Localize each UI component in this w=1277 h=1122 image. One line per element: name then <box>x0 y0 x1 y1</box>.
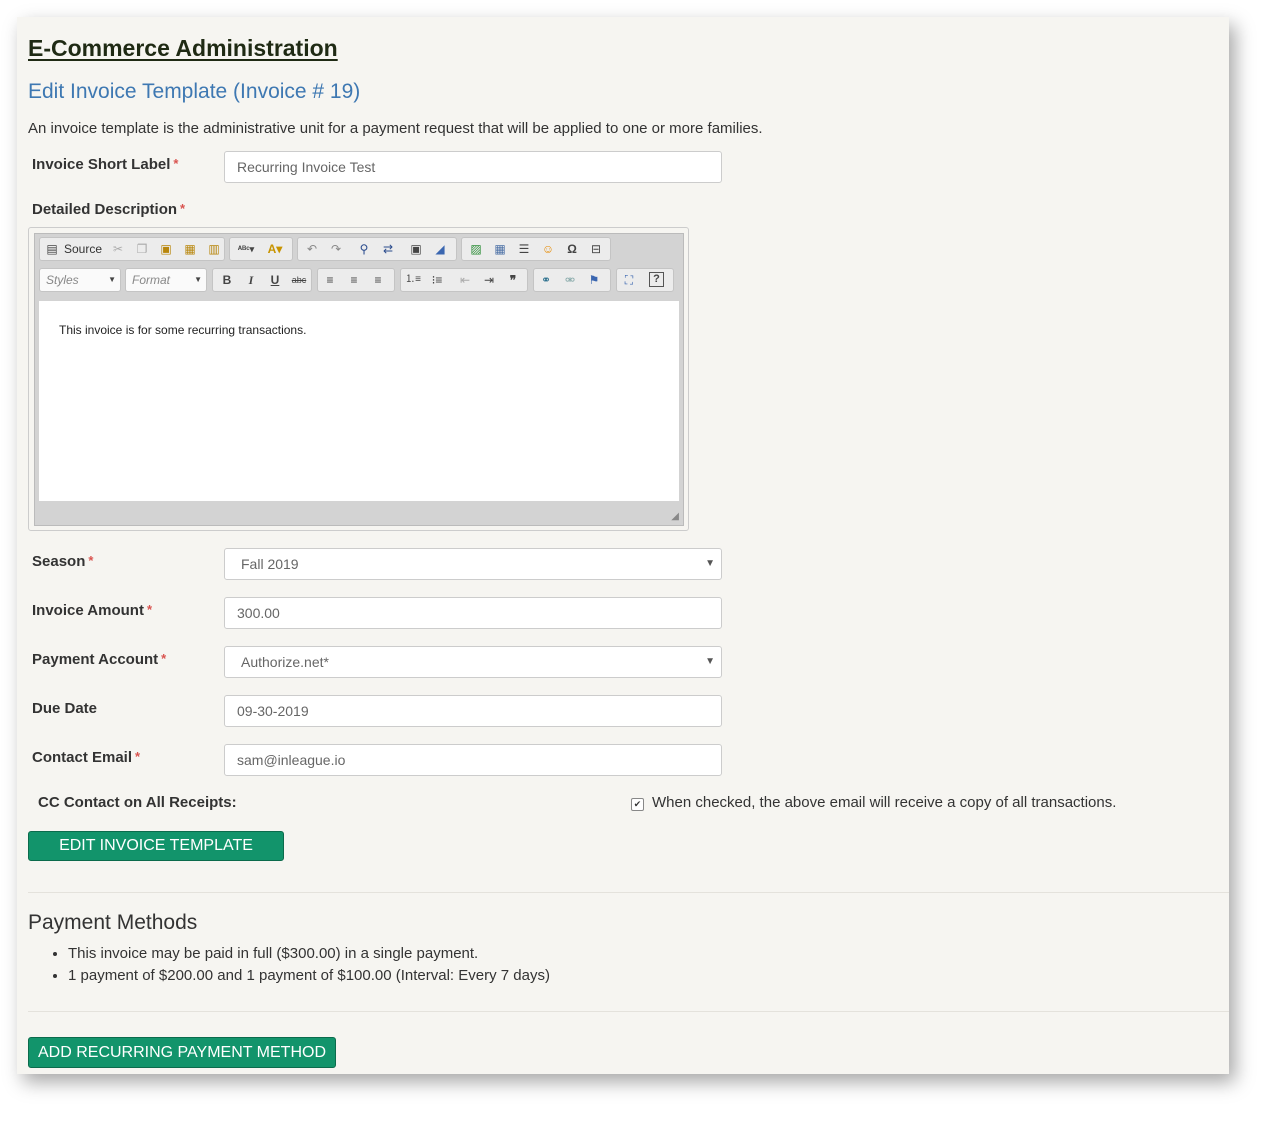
page-break-icon[interactable]: ⊟ <box>588 241 604 257</box>
anchor-flag-icon[interactable]: ⚑ <box>586 272 602 288</box>
source-button[interactable]: Source <box>64 242 102 256</box>
paste-word-icon[interactable]: ▥ <box>206 241 222 257</box>
payment-methods-list: This invoice may be paid in full ($300.0… <box>28 945 550 989</box>
copy-icon[interactable]: ❐ <box>134 241 150 257</box>
text-color-icon[interactable]: A▾ <box>262 241 288 257</box>
link-icon[interactable]: ⚭ <box>538 272 554 288</box>
due-date-label: Due Date <box>32 700 98 717</box>
table-icon[interactable]: ▦ <box>492 241 508 257</box>
cc-label: CC Contact on All Receipts: <box>38 794 237 811</box>
payment-account-label: Payment Account * <box>32 651 167 668</box>
amount-input[interactable] <box>224 597 722 629</box>
editor-content-text: This invoice is for some recurring trans… <box>59 323 307 337</box>
numbered-list-icon[interactable]: ⒈≡ <box>405 272 421 288</box>
source-icon[interactable]: ▤ <box>44 241 60 257</box>
editor-toolbar-row-1: ▤ Source ✂ ❐ ▣ ▦ ▥ ᴬᴮᶜ▾ A▾ ↶ ↷ ⚲ ⇄ ▣ ◢ ▨… <box>39 237 679 261</box>
divider <box>28 892 1229 893</box>
main-panel: E-Commerce Administration Edit Invoice T… <box>17 17 1229 1074</box>
cut-icon[interactable]: ✂ <box>110 241 126 257</box>
redo-icon[interactable]: ↷ <box>328 241 344 257</box>
contact-email-input[interactable] <box>224 744 722 776</box>
find-icon[interactable]: ⚲ <box>356 241 372 257</box>
bullet-list-icon[interactable]: ⁝≡ <box>429 272 445 288</box>
season-select[interactable]: Fall 2019 ▼ <box>224 548 722 580</box>
maximize-icon[interactable]: ⛶ <box>621 272 637 288</box>
indent-icon[interactable]: ⇥ <box>481 272 497 288</box>
contact-email-label: Contact Email * <box>32 749 141 766</box>
toolbar-group-links: ⚭ ⚮ ⚑ <box>533 268 611 292</box>
intro-text: An invoice template is the administrativ… <box>28 120 763 137</box>
payment-account-select[interactable]: Authorize.net* ▼ <box>224 646 722 678</box>
resize-handle-icon[interactable]: ◢ <box>671 511 679 522</box>
strikethrough-icon[interactable]: abc <box>289 272 309 288</box>
format-dropdown[interactable]: Format ▼ <box>125 268 207 292</box>
chevron-down-icon: ▼ <box>705 558 715 569</box>
align-center-icon[interactable]: ≡ <box>346 272 362 288</box>
smiley-icon[interactable]: ☺ <box>540 241 556 257</box>
help-icon[interactable]: ? <box>649 272 664 287</box>
description-label: Detailed Description * <box>32 201 186 218</box>
toolbar-group-basic: B I U abc <box>212 268 312 292</box>
due-date-input[interactable] <box>224 695 722 727</box>
replace-icon[interactable]: ⇄ <box>380 241 396 257</box>
editor-chrome: ▤ Source ✂ ❐ ▣ ▦ ▥ ᴬᴮᶜ▾ A▾ ↶ ↷ ⚲ ⇄ ▣ ◢ ▨… <box>34 233 684 526</box>
add-recurring-payment-method-button[interactable]: ADD RECURRING PAYMENT METHOD <box>28 1037 336 1068</box>
image-icon[interactable]: ▨ <box>468 241 484 257</box>
styles-dropdown-arrow-icon: ▼ <box>108 275 116 284</box>
rich-text-editor: ▤ Source ✂ ❐ ▣ ▦ ▥ ᴬᴮᶜ▾ A▾ ↶ ↷ ⚲ ⇄ ▣ ◢ ▨… <box>28 227 689 531</box>
italic-icon[interactable]: I <box>243 272 259 288</box>
season-label: Season * <box>32 553 94 570</box>
amount-label: Invoice Amount * <box>32 602 153 619</box>
bold-icon[interactable]: B <box>219 272 235 288</box>
align-right-icon[interactable]: ≡ <box>370 272 386 288</box>
select-all-icon[interactable]: ▣ <box>408 241 424 257</box>
editor-toolbar-row-2: Styles ▼ Format ▼ B I U abc ≡ ≡ ≡ ⒈≡ ⁝≡ ⇤ <box>39 268 679 292</box>
remove-format-icon[interactable]: ◢ <box>432 241 448 257</box>
toolbar-group-insert: ▨ ▦ ☰ ☺ Ω ⊟ <box>461 237 611 261</box>
list-item: This invoice may be paid in full ($300.0… <box>68 945 550 962</box>
toolbar-group-edit: ↶ ↷ ⚲ ⇄ ▣ ◢ <box>297 237 457 261</box>
blockquote-icon[interactable]: ❞ <box>505 272 521 288</box>
spellcheck-icon[interactable]: ᴬᴮᶜ▾ <box>234 241 258 257</box>
short-label-input[interactable] <box>224 151 722 183</box>
cc-checkbox[interactable]: ✔ <box>631 798 644 811</box>
divider <box>28 1011 1229 1012</box>
unlink-icon[interactable]: ⚮ <box>562 272 578 288</box>
editor-content-area[interactable]: This invoice is for some recurring trans… <box>39 301 679 501</box>
toolbar-group-lists: ⒈≡ ⁝≡ ⇤ ⇥ ❞ <box>400 268 528 292</box>
special-char-icon[interactable]: Ω <box>564 241 580 257</box>
payment-methods-title: Payment Methods <box>28 911 198 934</box>
undo-icon[interactable]: ↶ <box>304 241 320 257</box>
toolbar-group-align: ≡ ≡ ≡ <box>317 268 395 292</box>
edit-invoice-template-button[interactable]: EDIT INVOICE TEMPLATE <box>28 831 284 861</box>
paste-text-icon[interactable]: ▦ <box>182 241 198 257</box>
page-title: E-Commerce Administration <box>28 35 338 61</box>
toolbar-group-clipboard: ▤ Source ✂ ❐ ▣ ▦ ▥ <box>39 237 225 261</box>
toolbar-group-spell: ᴬᴮᶜ▾ A▾ <box>229 237 293 261</box>
styles-dropdown[interactable]: Styles ▼ <box>39 268 121 292</box>
chevron-down-icon: ▼ <box>705 656 715 667</box>
format-dropdown-arrow-icon: ▼ <box>194 275 202 284</box>
horizontal-rule-icon[interactable]: ☰ <box>516 241 532 257</box>
toolbar-group-tools: ⛶ ? <box>616 268 674 292</box>
short-label-label: Invoice Short Label * <box>32 156 179 173</box>
page-subtitle: Edit Invoice Template (Invoice # 19) <box>28 80 361 103</box>
underline-icon[interactable]: U <box>267 272 283 288</box>
outdent-icon[interactable]: ⇤ <box>457 272 473 288</box>
cc-hint: When checked, the above email will recei… <box>652 794 1117 811</box>
list-item: 1 payment of $200.00 and 1 payment of $1… <box>68 967 550 984</box>
align-left-icon[interactable]: ≡ <box>322 272 338 288</box>
paste-icon[interactable]: ▣ <box>158 241 174 257</box>
